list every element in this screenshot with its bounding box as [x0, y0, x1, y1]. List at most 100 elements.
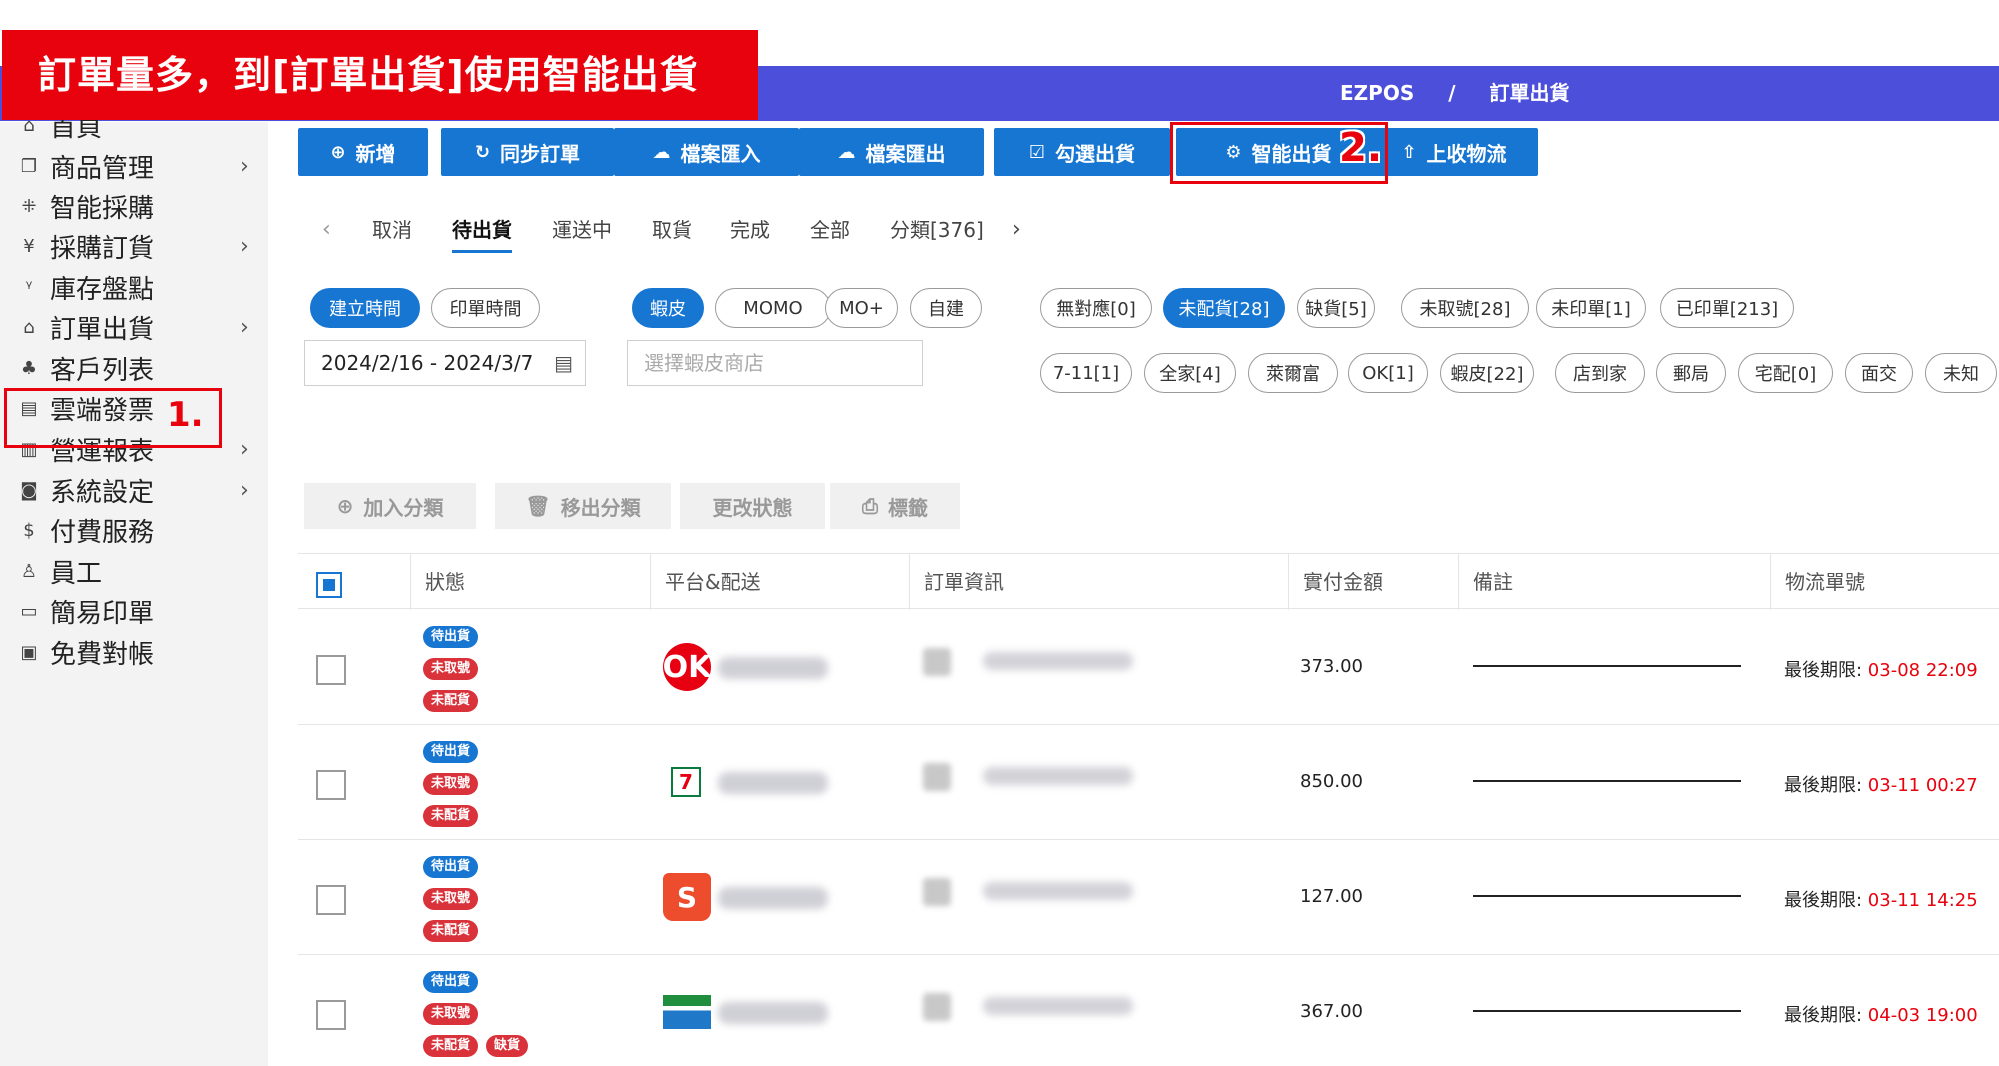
- row-checkbox[interactable]: [316, 770, 346, 800]
- tab-4[interactable]: 完成: [730, 210, 770, 250]
- redacted-shop-name: [718, 887, 828, 909]
- date-range-input[interactable]: 2024/2/16 - 2024/3/7 ▤: [304, 340, 586, 386]
- note-field[interactable]: [1473, 665, 1741, 667]
- add-button[interactable]: ⊕ 新增: [298, 128, 428, 176]
- tab-6[interactable]: 分類[376]: [890, 210, 984, 250]
- filter-pill-platforms-0[interactable]: 蝦皮: [632, 288, 704, 328]
- deadline-datetime: 04-03 19:00: [1867, 1005, 1978, 1026]
- table-row[interactable]: 待出貨 未取號 未配貨 缺貨 367.00 最後期限: 04-03 19:00: [298, 955, 1999, 1066]
- add-category-button-label: 加入分類: [363, 495, 444, 520]
- filter-pill-time-1[interactable]: 印單時間: [431, 288, 540, 328]
- row-checkbox[interactable]: [316, 1000, 346, 1030]
- column-header-2[interactable]: 訂單資訊: [909, 554, 1004, 610]
- filter-pill-status_row2-0[interactable]: 7-11[1]: [1040, 353, 1132, 393]
- sidebar-item-label: 訂單出貨: [50, 314, 155, 345]
- redacted-order-number: [983, 767, 1133, 785]
- sync-orders-button[interactable]: ↻ 同步訂單: [441, 128, 614, 176]
- deadline-datetime: 03-11 00:27: [1867, 775, 1978, 796]
- filter-pill-status_row2-9[interactable]: 未知: [1925, 353, 1997, 393]
- tab-0[interactable]: 取消: [372, 210, 412, 250]
- note-field[interactable]: [1473, 895, 1741, 897]
- column-header-3[interactable]: 實付金額: [1288, 554, 1383, 610]
- column-header-1[interactable]: 平台&配送: [650, 554, 761, 610]
- redacted-shop-name: [718, 657, 828, 679]
- select-all-checkbox[interactable]: [316, 572, 342, 598]
- add-category-button[interactable]: ⊕ 加入分類: [304, 483, 476, 529]
- file-import-button[interactable]: ☁ 檔案匯入: [614, 128, 799, 176]
- remove-category-button[interactable]: 🗑 移出分類: [495, 483, 671, 529]
- filter-pill-status_row2-6[interactable]: 郵局: [1656, 353, 1726, 393]
- filter-pill-status_row2-2[interactable]: 萊爾富: [1248, 353, 1338, 393]
- table-row[interactable]: 待出貨 未取號 未配貨 OK 373.00 最後期限: 03-08 22:09: [298, 610, 1999, 725]
- breadcrumb-app[interactable]: EZPOS: [1340, 81, 1414, 105]
- logistics-button-label: 上收物流: [1426, 141, 1507, 166]
- deadline-datetime: 03-11 14:25: [1867, 890, 1978, 911]
- filter-pill-status_row2-5[interactable]: 店到家: [1555, 353, 1645, 393]
- change-status-button[interactable]: 更改狀態: [680, 483, 825, 529]
- shop-select-input[interactable]: 選擇蝦皮商店: [627, 340, 923, 386]
- sidebar-item-label: 付費服務: [50, 517, 155, 548]
- product-icon: ❐: [20, 155, 38, 177]
- tabs-prev-arrow[interactable]: ‹: [322, 210, 331, 250]
- status-badges: 待出貨 未取號 未配貨: [423, 625, 479, 721]
- note-field[interactable]: [1473, 1010, 1741, 1012]
- status-badge: 未取號: [423, 1003, 479, 1025]
- filter-pill-platforms-1[interactable]: MOMO: [715, 288, 831, 328]
- redacted-order-number: [983, 652, 1133, 670]
- filter-pill-status_row2-1[interactable]: 全家[4]: [1144, 353, 1236, 393]
- filter-pill-status_row1-5[interactable]: 已印單[213]: [1660, 288, 1794, 328]
- status-badge: 未取號: [423, 658, 479, 680]
- row-checkbox[interactable]: [316, 655, 346, 685]
- tabs-next-arrow[interactable]: ›: [1012, 210, 1021, 250]
- customer-icon: ♣: [20, 357, 38, 379]
- sidebar-item-label: 免費對帳: [50, 639, 155, 670]
- table-row[interactable]: 待出貨 未取號 未配貨 7 850.00 最後期限: 03-11 00:27: [298, 725, 1999, 840]
- filter-pill-status_row1-3[interactable]: 未取號[28]: [1401, 288, 1529, 328]
- logistics-button[interactable]: ⇧ 上收物流: [1370, 128, 1538, 176]
- sidebar-highlight-annotation: 1.: [4, 388, 222, 448]
- check-ship-button[interactable]: ☑ 勾選出貨: [994, 128, 1170, 176]
- annotation-number-1: 1.: [167, 395, 204, 435]
- column-header-5[interactable]: 物流單號: [1770, 554, 1865, 610]
- tab-2[interactable]: 運送中: [552, 210, 612, 250]
- filter-pill-status_row1-2[interactable]: 缺貨[5]: [1297, 288, 1375, 328]
- filter-pill-platforms-3[interactable]: 自建: [910, 288, 982, 328]
- file-import-button-label: 檔案匯入: [680, 141, 761, 166]
- sidebar-item-label: 員工: [50, 558, 103, 589]
- filter-pill-time-0[interactable]: 建立時間: [310, 288, 420, 328]
- chevron-right-icon: ›: [240, 314, 249, 340]
- redacted-avatar: [923, 763, 951, 791]
- table-header: 狀態 平台&配送 訂單資訊 實付金額 備註 物流單號: [298, 553, 1999, 610]
- staff-icon: ♙: [20, 560, 38, 582]
- filter-pill-status_row1-1[interactable]: 未配貨[28]: [1163, 288, 1285, 328]
- annotation-number-2: 2.: [1339, 125, 1383, 171]
- filter-pill-status_row1-4[interactable]: 未印單[1]: [1536, 288, 1646, 328]
- tab-1[interactable]: 待出貨: [452, 210, 512, 253]
- note-field[interactable]: [1473, 780, 1741, 782]
- filter-pill-status_row1-0[interactable]: 無對應[0]: [1040, 288, 1152, 328]
- deadline-text: 最後期限: 03-11 00:27: [1784, 771, 1978, 797]
- column-header-0[interactable]: 狀態: [410, 554, 465, 610]
- filter-pill-status_row2-3[interactable]: OK[1]: [1348, 353, 1428, 393]
- file-export-button-icon: ☁: [837, 141, 856, 163]
- deadline-label: 最後期限:: [1784, 775, 1868, 796]
- file-export-button[interactable]: ☁ 檔案匯出: [799, 128, 984, 176]
- status-badge: 未取號: [423, 773, 479, 795]
- label-button[interactable]: ⎙ 標籤: [830, 483, 960, 529]
- redacted-avatar: [923, 648, 951, 676]
- status-badge: 未配貨: [423, 920, 479, 942]
- tab-3[interactable]: 取貨: [652, 210, 692, 250]
- filter-pill-status_row2-8[interactable]: 面交: [1845, 353, 1913, 393]
- column-header-4[interactable]: 備註: [1458, 554, 1513, 610]
- smart-ship-highlight-annotation: 2.: [1170, 122, 1388, 184]
- filter-pill-status_row2-7[interactable]: 宅配[0]: [1738, 353, 1833, 393]
- sidebar-item-13[interactable]: ▣ 免費對帳: [0, 627, 268, 677]
- sync-orders-button-label: 同步訂單: [500, 141, 581, 166]
- calendar-icon[interactable]: ▤: [554, 341, 573, 385]
- filter-pill-status_row2-4[interactable]: 蝦皮[22]: [1440, 353, 1534, 393]
- table-row[interactable]: 待出貨 未取號 未配貨 S 127.00 最後期限: 03-11 14:25: [298, 840, 1999, 955]
- redacted-avatar: [923, 993, 951, 1021]
- filter-pill-platforms-2[interactable]: MO+: [825, 288, 898, 328]
- row-checkbox[interactable]: [316, 885, 346, 915]
- tab-5[interactable]: 全部: [810, 210, 850, 250]
